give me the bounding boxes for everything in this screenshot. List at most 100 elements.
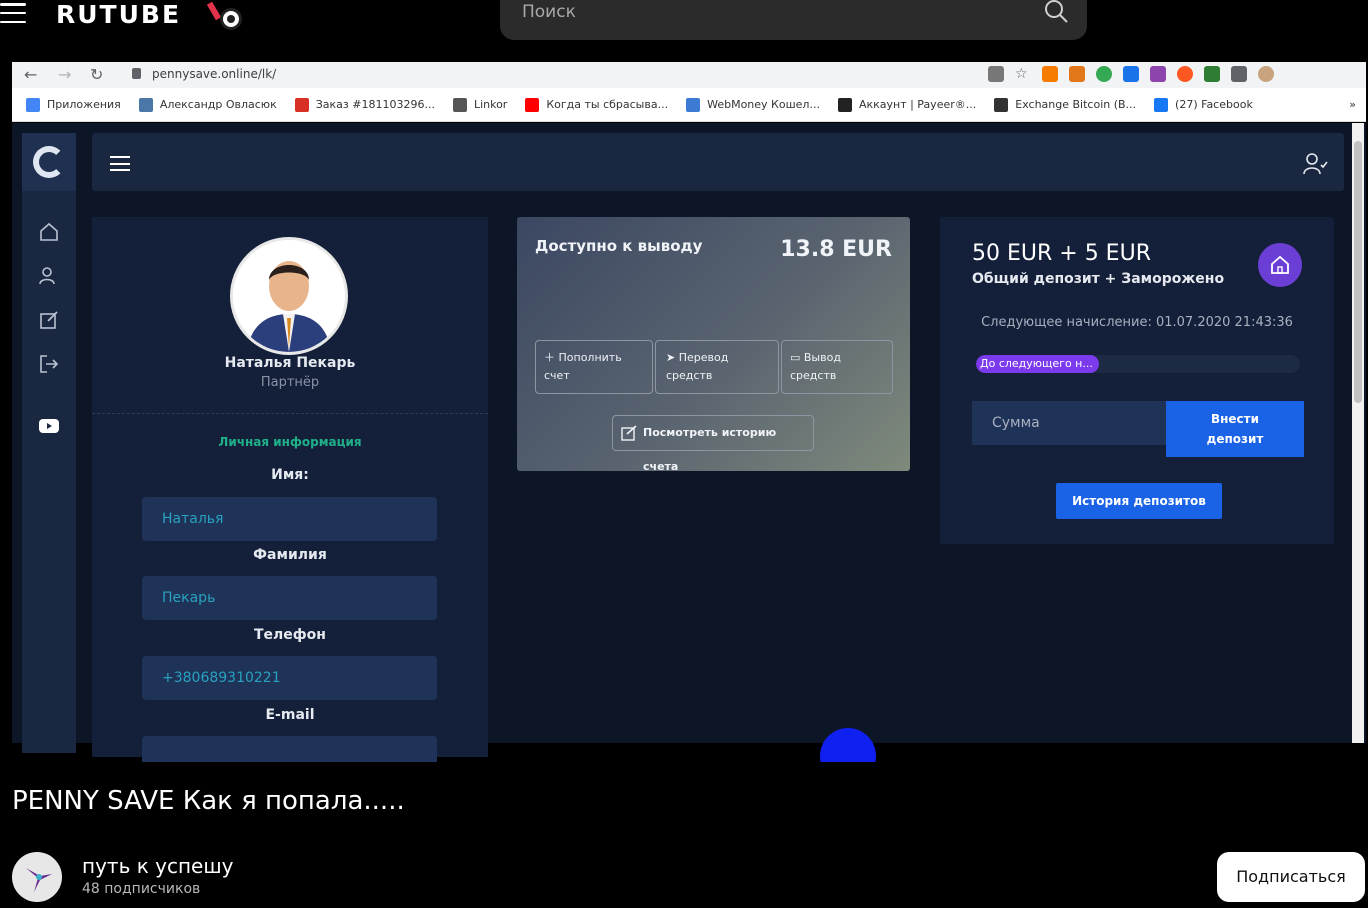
edit-icon[interactable] (38, 309, 60, 331)
side-rail (22, 133, 76, 753)
bookmark-item[interactable]: Linkor (452, 97, 508, 112)
withdraw-title: Доступно к выводу (535, 237, 703, 255)
profile-avatar (1258, 66, 1274, 82)
bookmark-label: (27) Facebook (1175, 98, 1253, 111)
search-bar[interactable]: Поиск (500, 0, 1087, 40)
address-bar: pennysave.online/lk/ (124, 64, 1004, 84)
hamburger-menu-icon[interactable] (0, 3, 26, 23)
accrual-progress-bar: До следующего н... (976, 355, 1300, 373)
bookmark-item[interactable]: Приложения (26, 97, 121, 112)
bookmark-label: Linkor (473, 98, 508, 111)
card-icon: ▭ (790, 351, 804, 364)
video-player[interactable]: ← → ↻ pennysave.online/lk/ ☆ Приложения А… (12, 62, 1366, 762)
users-icon[interactable] (38, 265, 60, 287)
star-icon: ☆ (1015, 66, 1028, 82)
scrollbar-thumb[interactable] (1354, 141, 1362, 403)
bookmark-label: Когда ты сбрасыва... (546, 98, 669, 111)
logo-ball-icon (220, 8, 242, 30)
bookmark-item[interactable]: (27) Facebook (1154, 97, 1253, 112)
extension-icon (1150, 66, 1166, 82)
metamask-icon (1069, 66, 1085, 82)
withdraw-button[interactable]: ▭ Вывод средств (781, 340, 893, 394)
bookmark-favicon-icon (26, 97, 40, 112)
bookmark-favicon-icon (525, 97, 540, 112)
profile-avatar (230, 237, 348, 355)
first-name-label: Имя: (271, 467, 309, 483)
dashed-divider (92, 413, 488, 414)
withdraw-card: Доступно к выводу 13.8 EUR ＋ Пополнить с… (517, 217, 910, 473)
last-name-label: Фамилия (253, 547, 327, 563)
bookmark-item[interactable]: Когда ты сбрасыва... (525, 97, 669, 112)
search-icon[interactable] (1043, 0, 1069, 24)
phone-label: Телефон (254, 627, 326, 643)
extension-icon (1096, 66, 1112, 82)
plus-icon: ＋ (544, 351, 559, 364)
bookmark-label: Приложения (47, 98, 121, 111)
logo-accent (206, 1, 222, 21)
deposit-total: 50 EUR + 5 EUR (972, 241, 1151, 266)
bookmark-label: WebMoney Кошел... (707, 98, 820, 111)
user-check-icon[interactable] (1302, 151, 1328, 177)
history-label: Посмотреть историю счета (643, 426, 777, 473)
extension-icon (1123, 66, 1139, 82)
last-name-field[interactable]: Пекарь (142, 576, 437, 620)
top-up-label: Пополнить (558, 351, 622, 364)
progress-fill: До следующего н... (976, 355, 1100, 373)
bookmark-item[interactable]: WebMoney Кошел... (686, 97, 820, 112)
send-icon: ➤ (666, 351, 679, 364)
app-logo[interactable] (22, 133, 76, 191)
more-bookmarks-chevron[interactable]: » (1349, 98, 1356, 111)
bookmark-item[interactable]: Exchange Bitcoin (B... (994, 97, 1136, 112)
deposit-history-button[interactable]: История депозитов (1056, 483, 1222, 519)
bookmark-item[interactable]: Александр Овласюк (138, 97, 277, 112)
forward-arrow-icon: → (58, 65, 72, 84)
bookmark-item[interactable]: Заказ #181103296... (294, 97, 435, 112)
deposit-card: 50 EUR + 5 EUR Общий депозит + Заморожен… (940, 217, 1334, 544)
bookmark-label: Аккаунт | Payeer®... (858, 98, 977, 111)
deposit-subtitle: Общий депозит + Заморожено (972, 271, 1225, 287)
bookmark-item[interactable]: Аккаунт | Payeer®... (837, 97, 977, 112)
search-input[interactable]: Поиск (522, 2, 576, 22)
home-icon[interactable] (38, 221, 60, 243)
first-name-field[interactable]: Наталья (142, 497, 437, 541)
youtube-icon[interactable] (38, 415, 60, 437)
phone-field[interactable]: +380689310221 (142, 656, 437, 700)
bookmark-favicon-icon (994, 97, 1009, 112)
top-navbar (92, 133, 1344, 191)
bookmark-label: Александр Овласюк (159, 98, 277, 111)
browser-toolbar: ← → ↻ pennysave.online/lk/ ☆ (12, 62, 1366, 88)
extension-icon (1177, 66, 1193, 82)
transfer-button[interactable]: ➤ Перевод средств (655, 340, 779, 394)
home-badge (1258, 243, 1302, 287)
bookmark-favicon-icon (837, 97, 852, 112)
scrollbar[interactable] (1352, 123, 1364, 743)
bookmark-favicon-icon (294, 97, 309, 112)
profile-card: Наталья Пекарь Партнёр Личная информация… (92, 217, 488, 762)
subscribe-button[interactable]: Подписаться (1217, 852, 1365, 902)
withdraw-amount: 13.8 EUR (780, 237, 892, 262)
make-deposit-button[interactable]: Внести депозит (1166, 401, 1304, 457)
home-icon (1271, 255, 1289, 274)
next-accrual-text: Следующее начисление: 01.07.2020 21:43:3… (981, 315, 1293, 330)
withdraw-label: Вывод (803, 351, 841, 364)
top-up-button[interactable]: ＋ Пополнить счет (535, 340, 653, 394)
email-field[interactable] (142, 736, 437, 762)
menu-toggle-icon[interactable] (110, 156, 130, 171)
bookmark-favicon-icon (138, 97, 153, 112)
extension-icon (1042, 66, 1058, 82)
url-text: pennysave.online/lk/ (152, 67, 277, 81)
pennysave-dashboard: Наталья Пекарь Партнёр Личная информация… (12, 123, 1366, 762)
bookmark-label: Заказ #181103296... (315, 98, 435, 111)
hummingbird-icon (26, 868, 52, 892)
channel-name[interactable]: путь к успешу (82, 854, 234, 878)
channel-avatar[interactable] (12, 852, 62, 902)
shield-icon (1204, 66, 1220, 82)
subscriber-count: 48 подписчиков (82, 881, 201, 897)
logout-icon[interactable] (38, 353, 60, 375)
view-account-history-button[interactable]: Посмотреть историю счета (612, 415, 814, 473)
person-illustration (233, 240, 345, 352)
amount-input[interactable]: Сумма (972, 401, 1166, 445)
personal-info-title: Личная информация (218, 435, 362, 449)
rutube-logo[interactable]: RUTUBE (56, 0, 181, 29)
bookmark-favicon-icon (686, 97, 701, 112)
